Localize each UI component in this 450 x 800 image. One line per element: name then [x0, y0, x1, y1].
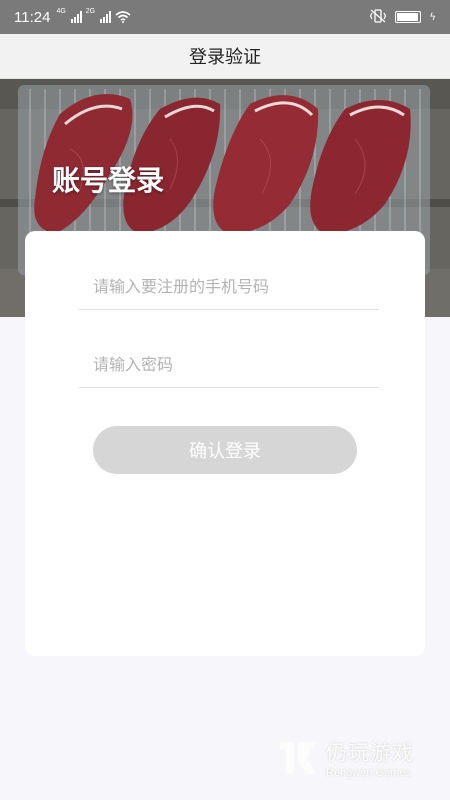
- watermark-title: 仍玩游戏: [326, 741, 414, 765]
- watermark-subtitle: Rengwan Games: [326, 767, 411, 779]
- charging-icon: ϟ: [429, 11, 436, 23]
- signal-icon: [100, 11, 112, 23]
- password-input[interactable]: [79, 341, 379, 387]
- battery-icon: [395, 11, 422, 23]
- wifi-icon: [115, 8, 131, 27]
- rengwan-logo-icon: [280, 742, 316, 774]
- watermark-text: 仍玩游戏 Rengwan Games: [326, 737, 414, 779]
- phone-field: [79, 263, 379, 310]
- password-field: [79, 341, 379, 388]
- status-bar: 11:24 4G 2G ϟ: [0, 0, 450, 34]
- app-header: 登录验证: [0, 34, 450, 79]
- watermark: 仍玩游戏 Rengwan Games: [276, 736, 414, 780]
- status-time: 11:24: [14, 8, 51, 26]
- status-right-icons: ϟ: [369, 8, 436, 27]
- vibrate-icon: [369, 8, 387, 27]
- network-type-label: 2G: [85, 7, 96, 15]
- page-title: 登录验证: [189, 47, 261, 68]
- signal-icon: [70, 11, 82, 23]
- confirm-login-button[interactable]: 确认登录: [93, 426, 357, 474]
- status-left-icons: 4G 2G: [56, 8, 131, 27]
- hero-title: 账号登录: [52, 164, 165, 197]
- login-card: 确认登录: [25, 231, 425, 656]
- phone-input[interactable]: [79, 263, 379, 309]
- network-type-label: 4G: [56, 7, 66, 15]
